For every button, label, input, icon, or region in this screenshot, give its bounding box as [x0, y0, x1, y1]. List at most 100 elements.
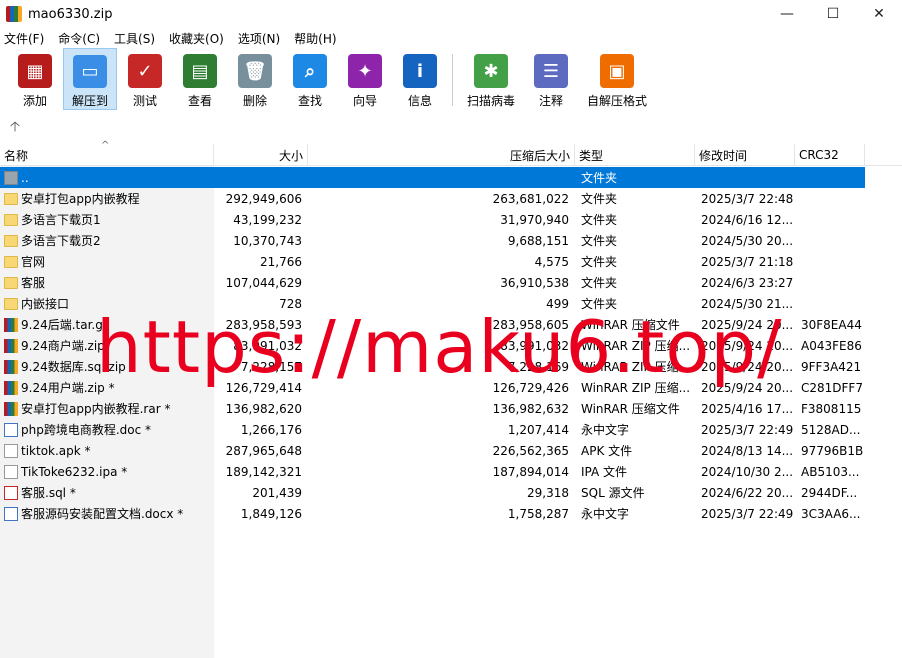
file-name: 9.24商户端.zip	[21, 339, 105, 353]
toolbar-button-8[interactable]: ✱ 扫描病毒	[459, 48, 523, 110]
cell-size: 126,729,414	[225, 380, 302, 395]
menu-commands[interactable]: 命令(C)	[58, 30, 100, 47]
file-name: 客服源码安装配置文档.docx *	[21, 507, 184, 521]
menu-options[interactable]: 选项(N)	[238, 30, 280, 47]
cell-name: 多语言下载页1	[0, 209, 214, 230]
test-clipboard-icon: ✓	[128, 54, 162, 88]
toolbar-button-0[interactable]: ▦ 添加	[8, 48, 62, 110]
cell-name: TikToke6232.ipa *	[0, 461, 214, 482]
cell-crc	[795, 209, 865, 230]
cell-crc: F3808115	[801, 401, 862, 416]
column-header-modified[interactable]: 修改时间	[695, 144, 795, 166]
column-header-row: 名称 ^ 大小 压缩后大小 类型 修改时间 CRC32	[0, 140, 902, 166]
toolbar-button-label: 测试	[132, 94, 157, 108]
menu-help[interactable]: 帮助(H)	[294, 30, 336, 47]
toolbar-button-3[interactable]: ▤ 查看	[173, 48, 227, 110]
file-name: 客服	[21, 276, 46, 290]
folder-icon	[4, 234, 18, 247]
table-row[interactable]: 客服.sql * 201,439 29,318 SQL 源文件 2024/6/22 20…	[0, 482, 902, 503]
cell-type: APK 文件	[581, 444, 633, 458]
cell-packed: 1,758,287	[507, 506, 569, 521]
cell-size: 7,228,157	[240, 359, 302, 374]
view-book-icon: ▤	[183, 54, 217, 88]
cell-packed: 283,958,605	[492, 317, 569, 332]
cell-type: WinRAR 压缩文件	[581, 402, 680, 416]
cell-modified: 2025/3/7 21:18	[701, 254, 794, 269]
column-header-packed[interactable]: 压缩后大小	[308, 144, 575, 166]
table-row[interactable]: 9.24用户端.zip * 126,729,414 126,729,426 WinRA…	[0, 377, 902, 398]
cell-type: 文件夹	[581, 297, 618, 311]
table-row[interactable]: 9.24商户端.zip 83,991,032 83,991,032 WinRAR ZI…	[0, 335, 902, 356]
toolbar-button-label: 信息	[407, 94, 432, 108]
archive-icon	[4, 338, 18, 353]
menu-favorites[interactable]: 收藏夹(O)	[169, 30, 224, 47]
cell-crc: 3C3AA6...	[801, 506, 861, 521]
cell-type: 文件夹	[581, 192, 618, 206]
table-row[interactable]: 多语言下载页1 43,199,232 31,970,940 文件夹 2024/6/16 …	[0, 209, 902, 230]
toolbar-button-label: 查找	[297, 94, 322, 108]
column-header-type[interactable]: 类型	[575, 144, 695, 166]
cell-size: 292,949,606	[225, 191, 302, 206]
toolbar-button-2[interactable]: ✓ 测试	[118, 48, 172, 110]
toolbar-button-label: 向导	[352, 94, 377, 108]
cell-type: 文件夹	[581, 213, 618, 227]
cell-packed: 83,991,032	[500, 338, 569, 353]
cell-modified: 2024/10/30 2...	[701, 464, 794, 479]
toolbar-button-5[interactable]: ⌕ 查找	[283, 48, 337, 110]
file-rows: .. 文件夹 安卓打包app内嵌教程 292,949,606 263,681,022 文件…	[0, 167, 902, 524]
archive-icon	[4, 359, 18, 374]
file-name: tiktok.apk *	[21, 443, 91, 458]
menu-tools[interactable]: 工具(S)	[114, 30, 155, 47]
column-header-name[interactable]: 名称 ^	[0, 140, 214, 166]
menu-bar: 文件(F) 命令(C) 工具(S) 收藏夹(O) 选项(N) 帮助(H)	[0, 28, 902, 48]
cell-size: 10,370,743	[233, 233, 302, 248]
up-arrow-icon[interactable]: 🡡	[10, 116, 20, 140]
cell-crc: 9FF3A421	[801, 359, 862, 374]
cell-type: IPA 文件	[581, 465, 628, 479]
table-row[interactable]: 安卓打包app内嵌教程 292,949,606 263,681,022 文件夹 2025…	[0, 188, 902, 209]
table-row[interactable]: 9.24后端.tar.gz 283,958,593 283,958,605 WinRA…	[0, 314, 902, 335]
column-header-size[interactable]: 大小	[214, 144, 308, 166]
toolbar-button-4[interactable]: 🗑 删除	[228, 48, 282, 110]
toolbar-button-1[interactable]: ▭ 解压到	[63, 48, 117, 110]
table-row[interactable]: 官网 21,766 4,575 文件夹 2025/3/7 21:18	[0, 251, 902, 272]
cell-type: 永中文字	[581, 507, 630, 521]
menu-file[interactable]: 文件(F)	[4, 30, 44, 47]
maximize-button[interactable]: ☐	[810, 0, 856, 28]
file-name: 安卓打包app内嵌教程	[21, 192, 140, 206]
cell-size: 189,142,321	[225, 464, 302, 479]
cell-packed: 9,688,151	[507, 233, 569, 248]
table-row[interactable]: 客服 107,044,629 36,910,538 文件夹 2024/6/3 23:27	[0, 272, 902, 293]
cell-modified: 2024/5/30 21...	[701, 296, 794, 311]
toolbar-button-7[interactable]: i 信息	[393, 48, 447, 110]
file-name: 9.24后端.tar.gz	[21, 318, 110, 332]
file-name: 多语言下载页2	[21, 234, 101, 248]
table-row[interactable]: 客服源码安装配置文档.docx * 1,849,126 1,758,287 永中文字 2…	[0, 503, 902, 524]
toolbar-button-6[interactable]: ✦ 向导	[338, 48, 392, 110]
table-row[interactable]: 安卓打包app内嵌教程.rar * 136,982,620 136,982,632 W…	[0, 398, 902, 419]
table-row[interactable]: 内嵌接口 728 499 文件夹 2024/5/30 21...	[0, 293, 902, 314]
folder-icon	[4, 213, 18, 226]
cell-crc: AB5103...	[801, 464, 860, 479]
cell-type: 永中文字	[581, 423, 630, 437]
table-row[interactable]: 9.24数据库.sql.zip * 7,228,157 7,228,169 WinRA…	[0, 356, 902, 377]
toolbar-button-10[interactable]: ▣ 自解压格式	[579, 48, 655, 110]
minimize-button[interactable]: —	[764, 0, 810, 28]
window-controls: — ☐ ✕	[764, 0, 902, 28]
table-row[interactable]: .. 文件夹	[0, 167, 865, 188]
table-row[interactable]: TikToke6232.ipa * 189,142,321 187,894,014 I…	[0, 461, 902, 482]
cell-type: WinRAR ZIP 压缩...	[581, 339, 691, 353]
table-row[interactable]: php跨境电商教程.doc * 1,266,176 1,207,414 永中文字 202…	[0, 419, 902, 440]
cell-name: 安卓打包app内嵌教程.rar *	[0, 398, 214, 419]
toolbar-button-label: 注释	[538, 94, 563, 108]
table-row[interactable]: tiktok.apk * 287,965,648 226,562,365 APK 文件…	[0, 440, 902, 461]
close-button[interactable]: ✕	[856, 0, 902, 28]
cell-type: SQL 源文件	[581, 486, 645, 500]
table-row[interactable]: 多语言下载页2 10,370,743 9,688,151 文件夹 2024/5/30 2…	[0, 230, 902, 251]
cell-crc: A043FE86	[801, 338, 862, 353]
cell-packed: 36,910,538	[500, 275, 569, 290]
cell-crc	[795, 230, 865, 251]
cell-name: 9.24后端.tar.gz	[0, 314, 214, 335]
column-header-crc[interactable]: CRC32	[795, 144, 865, 166]
toolbar-button-9[interactable]: ☰ 注释	[524, 48, 578, 110]
